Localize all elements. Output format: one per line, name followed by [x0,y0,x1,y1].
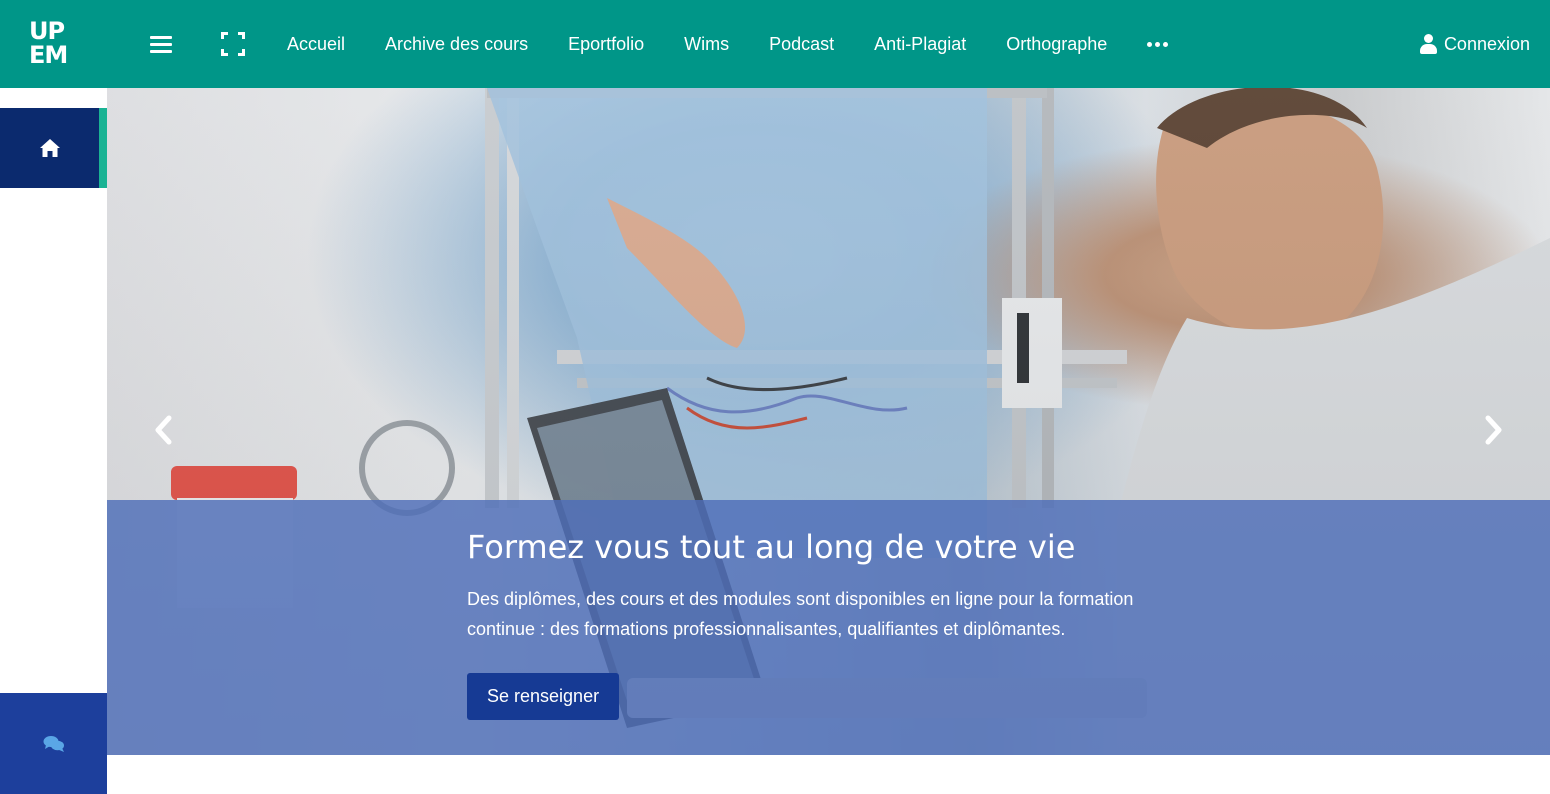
login-button[interactable]: Connexion [1419,0,1530,88]
nav-item-podcast[interactable]: Podcast [749,34,854,55]
se-renseigner-button[interactable]: Se renseigner [467,673,620,720]
hero-title: Formez vous tout au long de votre vie [467,528,1076,566]
login-label: Connexion [1443,33,1530,54]
carousel-prev-button[interactable] [149,410,179,450]
logo-line-1: UP [29,17,65,45]
chat-icon [43,735,64,752]
nav-item-anti-plagiat[interactable]: Anti-Plagiat [854,34,986,55]
hero-carousel: Formez vous tout au long de votre vie De… [107,88,1550,755]
sidebar-item-chat[interactable] [0,693,107,794]
sidebar-item-home[interactable] [0,108,107,188]
chevron-left-icon [155,415,172,445]
hero-caption: Formez vous tout au long de votre vie De… [107,500,1550,755]
ellipsis-icon[interactable] [1127,41,1188,47]
logo-line-2: EM [29,41,68,69]
hamburger-icon[interactable] [150,36,172,54]
upem-logo[interactable]: UP EM [29,19,75,69]
home-icon [39,139,60,157]
nav-item-archive-des-cours[interactable]: Archive des cours [365,34,548,55]
fullscreen-icon[interactable] [221,32,245,56]
left-sidebar [0,88,107,794]
nav-item-wims[interactable]: Wims [664,34,749,55]
user-icon [1419,34,1437,54]
nav-item-orthographe[interactable]: Orthographe [986,34,1127,55]
nav-item-eportfolio[interactable]: Eportfolio [548,34,664,55]
main-menu: Accueil Archive des cours Eportfolio Wim… [267,0,1188,88]
chevron-right-icon [1485,415,1502,445]
hero-description: Des diplômes, des cours et des modules s… [467,589,1134,639]
nav-item-accueil[interactable]: Accueil [267,34,365,55]
carousel-next-button[interactable] [1478,410,1508,450]
top-navbar: UP EM Accueil Archive des cours Eportfol… [0,0,1550,88]
